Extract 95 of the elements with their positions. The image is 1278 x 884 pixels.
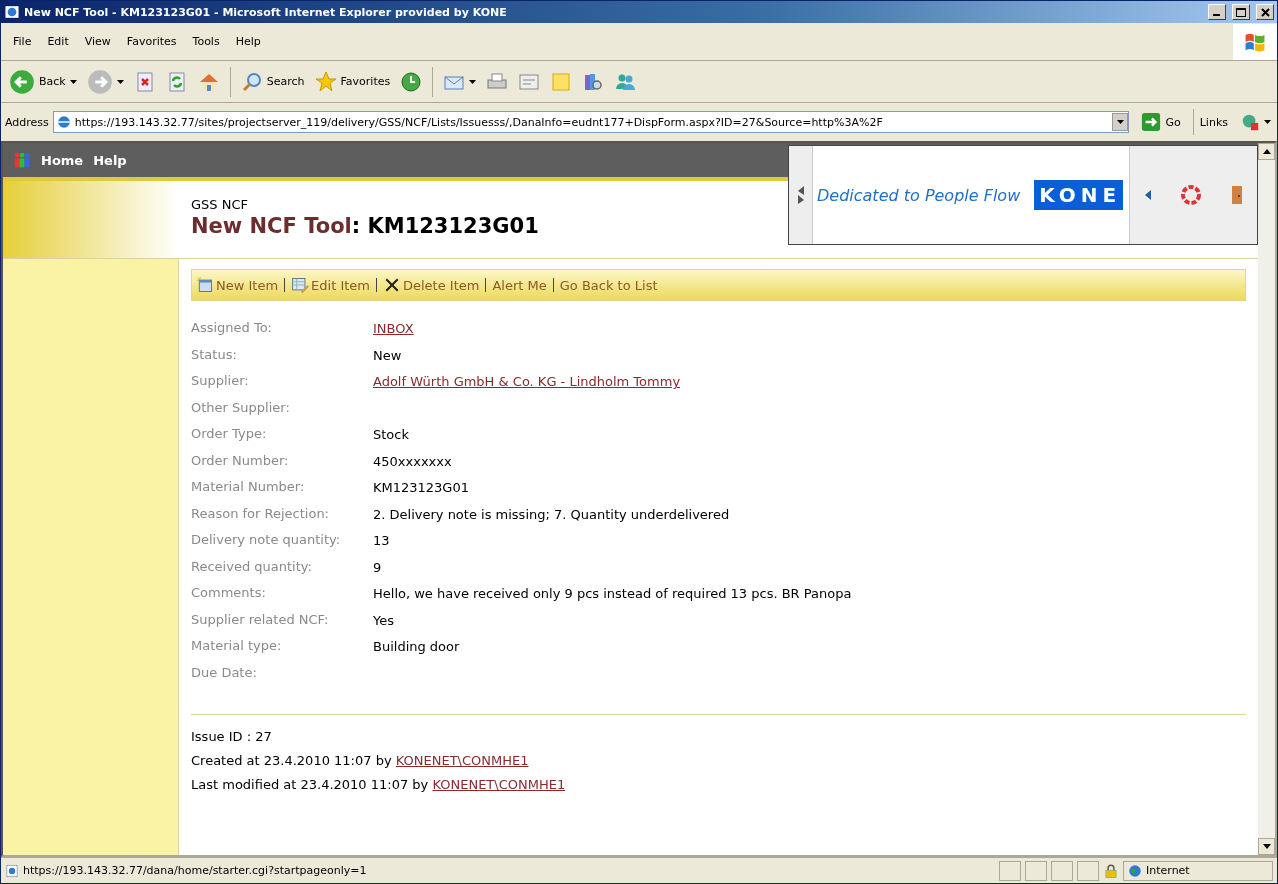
- zone-label: Internet: [1146, 864, 1190, 877]
- action-link[interactable]: Edit Item: [291, 276, 370, 294]
- footer-text: Last modified at 23.4.2010 11:07 by: [191, 777, 430, 792]
- field-value: Hello, we have received only 9 pcs instead of required 13 pcs. BR Panopa: [373, 585, 853, 603]
- page-icon: [55, 114, 72, 130]
- field-value: Building door: [373, 638, 461, 656]
- scrollbar[interactable]: [1258, 143, 1275, 855]
- menu-item[interactable]: File: [5, 35, 40, 48]
- collapse-arrows-icon: [796, 185, 805, 205]
- maximize-icon: [1236, 7, 1246, 17]
- delete-icon: [383, 276, 401, 294]
- field-label: Supplier related NCF:: [191, 610, 330, 629]
- sticky-note-icon: [550, 70, 573, 93]
- footer-text: Issue ID : 27: [191, 729, 272, 744]
- field-value: KM123123G01: [373, 479, 470, 497]
- lifebuoy-icon[interactable]: [1179, 184, 1202, 206]
- caret-icon: [1116, 120, 1124, 124]
- field-label: Status:: [191, 345, 238, 364]
- menu-item[interactable]: Help: [227, 35, 269, 48]
- page-title: New NCF Tool: KM123123G01: [191, 214, 539, 238]
- field-value: 2. Delivery note is missing; 7. Quantity underdelivered: [373, 505, 731, 524]
- field-label: Received quantity:: [191, 557, 313, 576]
- field-label: Supplier:: [191, 372, 250, 390]
- action-link[interactable]: New Item: [196, 276, 279, 294]
- scroll-down-button[interactable]: [1258, 838, 1275, 855]
- back-button[interactable]: Back: [7, 66, 79, 97]
- clock-icon: [400, 70, 423, 93]
- edit-icon: [291, 276, 310, 294]
- field-value: Stock: [373, 426, 410, 444]
- status-pane: [1051, 860, 1073, 881]
- address-field[interactable]: https://193.143.32.77/sites/projectserver_119/delivery/GSS/NCF/Lists/Issuesss/,DanaInfo=eudnt177+DispForm.aspx?ID=27&Source=http%3A%2F: [52, 111, 1130, 133]
- browser-icon: [4, 4, 20, 20]
- field-link[interactable]: Adolf Würth GmbH & Co. KG - Lindholm Tommy: [373, 368, 681, 395]
- go-button[interactable]: Go: [1133, 112, 1189, 132]
- left-arrow-icon[interactable]: [1144, 190, 1151, 200]
- field-label: Order Type:: [191, 425, 268, 443]
- new-document-icon: [196, 276, 214, 294]
- status-pane: [999, 860, 1021, 881]
- field-label: Other Supplier:: [191, 398, 291, 417]
- close-button[interactable]: [1256, 4, 1274, 20]
- star-icon: [314, 70, 337, 93]
- maximize-button[interactable]: [1232, 4, 1250, 20]
- caret-icon: [116, 79, 124, 84]
- globe-icon: [1128, 863, 1142, 878]
- people-icon: [13, 151, 31, 169]
- action-link[interactable]: Alert Me: [492, 277, 547, 293]
- address-label: Address: [5, 115, 49, 129]
- lock-icon: [1103, 862, 1119, 879]
- status-pane: [1077, 860, 1099, 881]
- field-label: Order Number:: [191, 451, 290, 470]
- field-value: 9: [373, 558, 383, 577]
- user-link[interactable]: KONENET\CONMHE1: [432, 777, 566, 792]
- menu-item[interactable]: Tools: [184, 35, 228, 48]
- field-label: Assigned To:: [191, 319, 273, 337]
- menu-item[interactable]: Edit: [39, 35, 77, 48]
- field-link[interactable]: INBOX: [373, 315, 414, 342]
- links-button[interactable]: Links: [1192, 109, 1234, 135]
- action-link[interactable]: Delete Item: [383, 276, 480, 294]
- nav-link[interactable]: Home: [41, 152, 84, 168]
- scroll-up-button[interactable]: [1258, 143, 1275, 160]
- nav-link[interactable]: Help: [93, 152, 127, 168]
- favorites-button[interactable]: Favorites: [312, 68, 393, 95]
- window-title: New NCF Tool - KM123123G01 - Microsoft Internet Explorer provided by KONE: [24, 5, 508, 19]
- caret-icon: [469, 79, 477, 84]
- globe-icon: [1240, 112, 1260, 132]
- minimize-button[interactable]: [1208, 4, 1226, 20]
- status-pane: [1025, 860, 1047, 881]
- tagline: Dedicated to People Flow: [817, 185, 1021, 205]
- field-label: Due Date:: [191, 663, 258, 682]
- site-name: GSS NCF: [191, 197, 249, 212]
- field-label: Delivery note quantity:: [191, 531, 342, 549]
- field-label: Comments:: [191, 584, 267, 602]
- up-arrow-icon: [1262, 149, 1271, 154]
- down-arrow-icon: [1262, 844, 1271, 849]
- menu-item[interactable]: Favorites: [118, 35, 185, 48]
- field-value: 450xxxxxxx: [373, 452, 453, 471]
- field-label: Material type:: [191, 637, 283, 655]
- caret-icon: [69, 79, 77, 84]
- field-value: Yes: [373, 611, 395, 630]
- logo: KONE: [1034, 180, 1124, 210]
- action-link[interactable]: Go Back to List: [559, 277, 658, 293]
- page-icon: [5, 863, 19, 878]
- field-label: Material Number:: [191, 478, 306, 496]
- status-url: https://193.143.32.77/dana/home/starter.cgi?startpageonly=1: [23, 864, 367, 877]
- search-icon: [240, 70, 263, 93]
- footer-text: Created at 23.4.2010 11:07 by: [191, 753, 393, 768]
- field-value: 13: [373, 532, 391, 550]
- door-icon[interactable]: [1230, 185, 1243, 205]
- menu-item[interactable]: View: [76, 35, 119, 48]
- close-icon: [1260, 7, 1270, 17]
- field-value: New: [373, 346, 403, 365]
- search-button[interactable]: Search: [238, 68, 307, 95]
- field-label: Reason for Rejection:: [191, 504, 330, 523]
- user-link[interactable]: KONENET\CONMHE1: [395, 753, 529, 768]
- caret-icon: [1264, 120, 1271, 124]
